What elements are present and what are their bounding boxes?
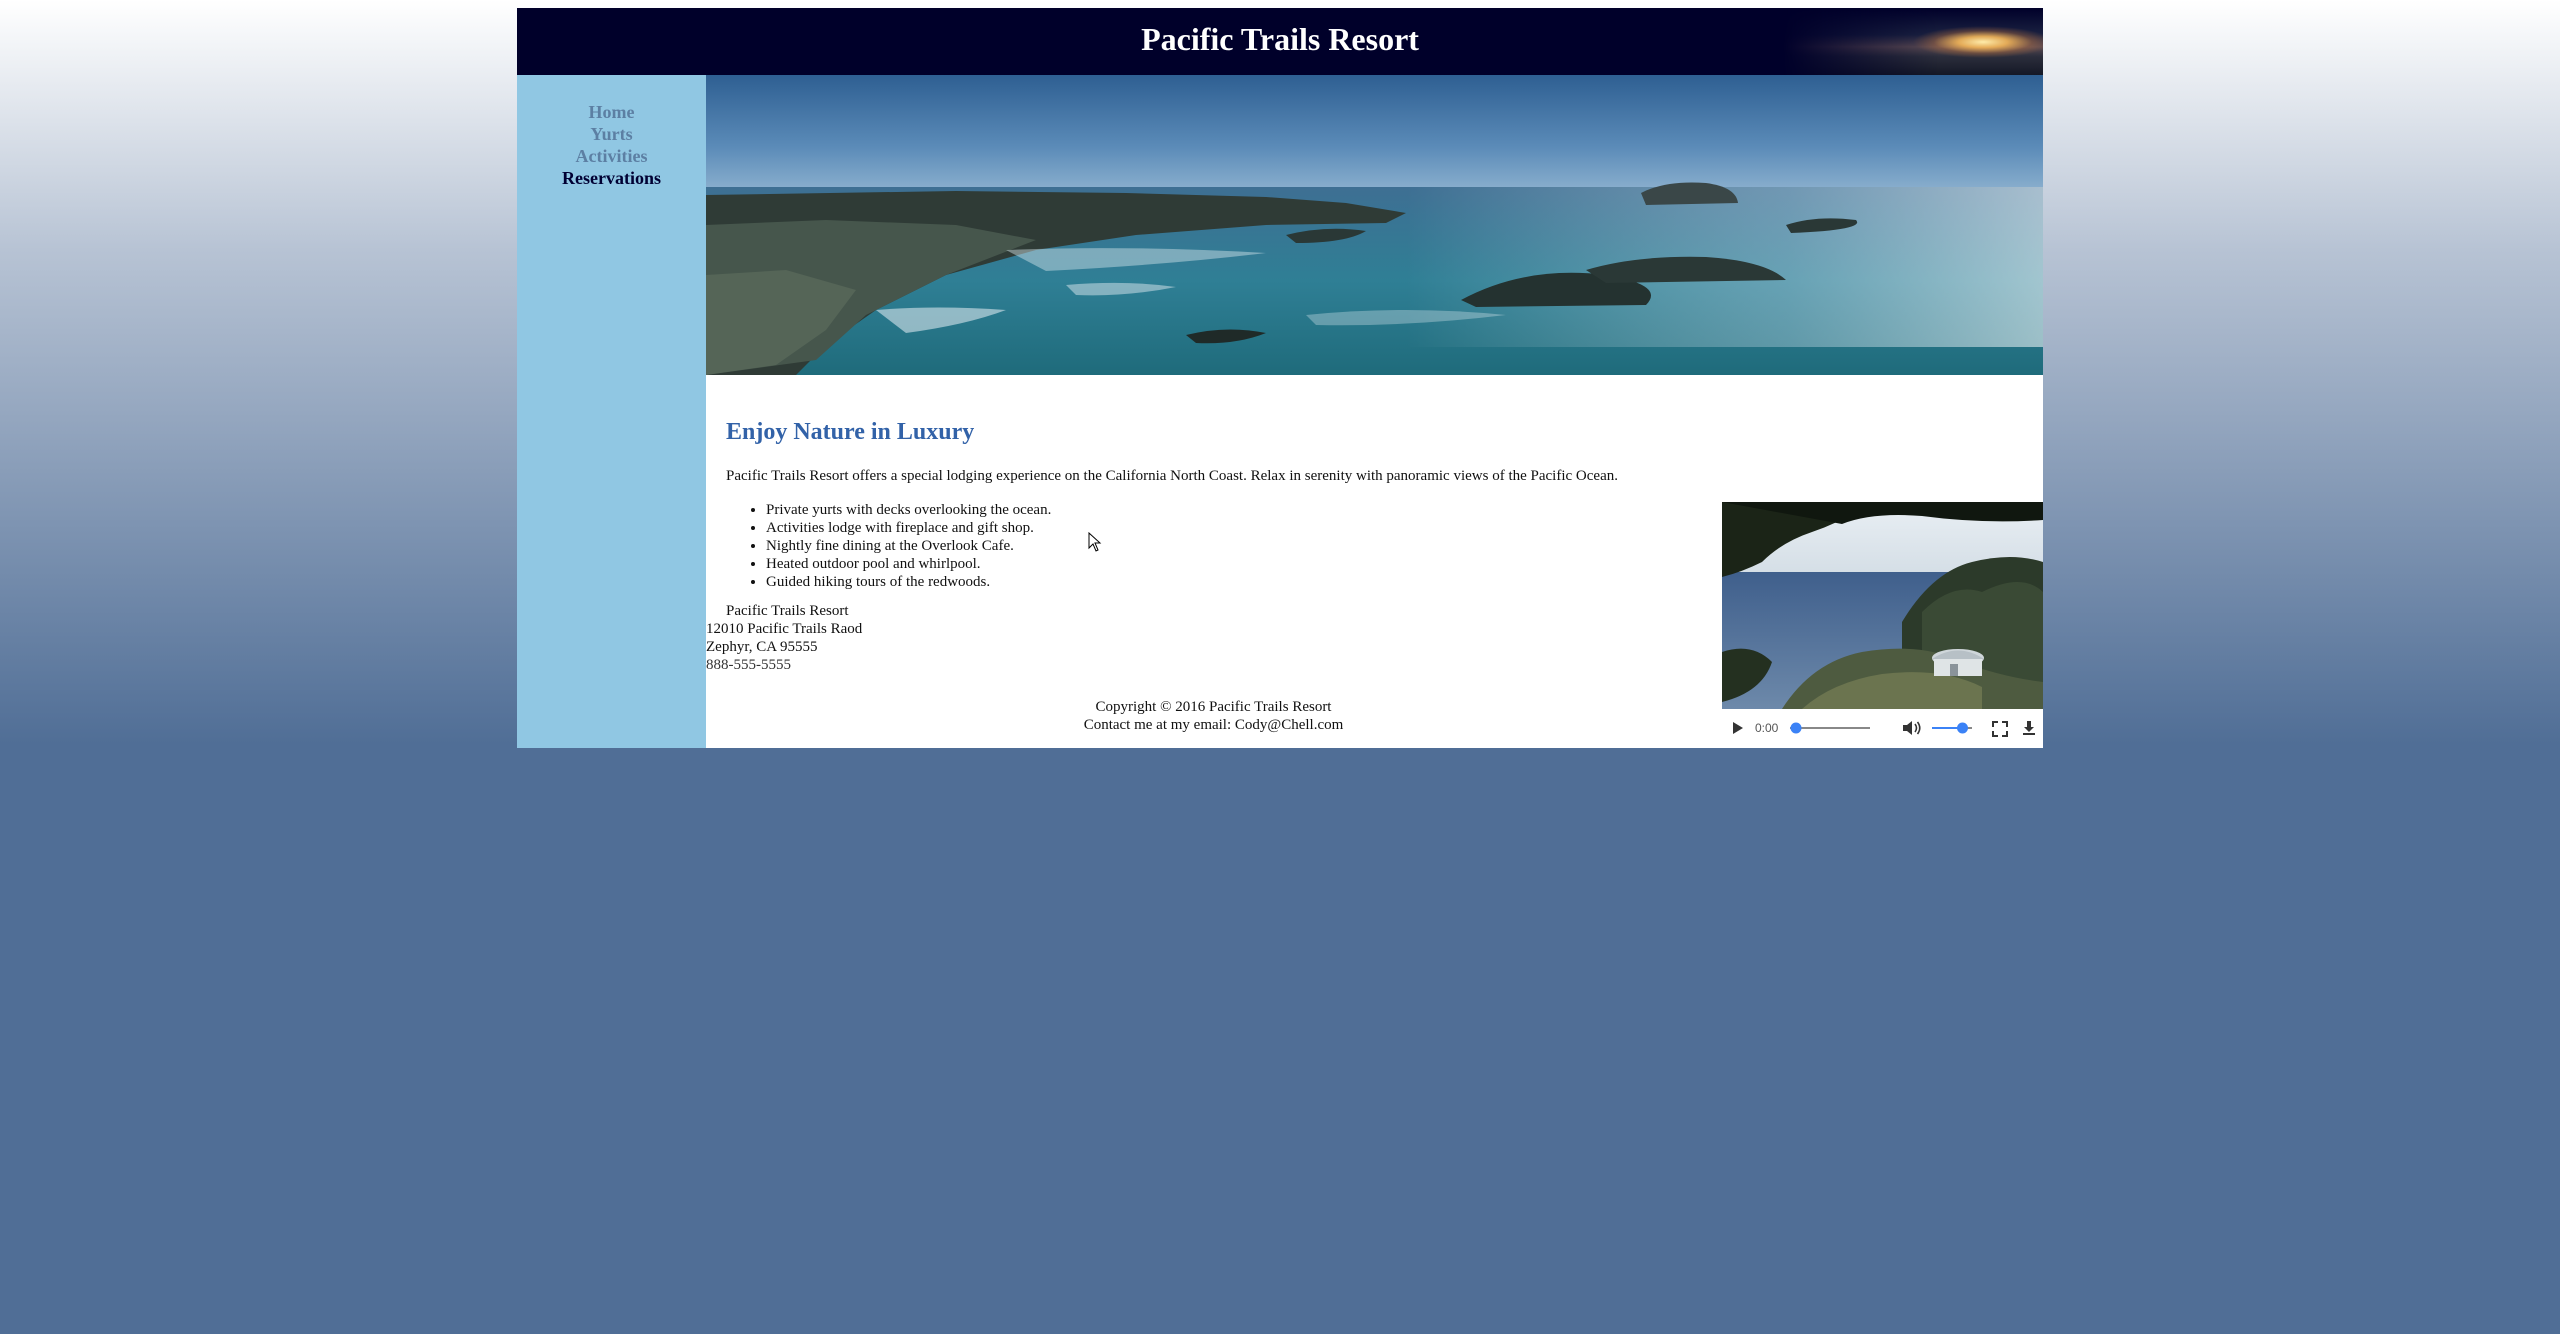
video-frame[interactable] bbox=[1722, 502, 2043, 709]
list-item: Activities lodge with fireplace and gift… bbox=[766, 519, 1051, 537]
site-title: Pacific Trails Resort bbox=[1141, 21, 1419, 57]
address-street: 12010 Pacific Trails Raod bbox=[706, 621, 863, 637]
volume-slider[interactable] bbox=[1932, 720, 1972, 741]
contact-address: Pacific Trails Resort 12010 Pacific Trai… bbox=[706, 602, 862, 674]
video-controls: 0:00 bbox=[1722, 709, 2043, 748]
list-item: Heated outdoor pool and whirlpool. bbox=[766, 555, 1051, 573]
video-poster-image bbox=[1722, 502, 2043, 709]
coastline-photo bbox=[706, 75, 2043, 375]
list-item: Nightly fine dining at the Overlook Cafe… bbox=[766, 537, 1051, 555]
nav-link-reservations[interactable]: Reservations bbox=[562, 168, 661, 188]
nav-link-activities[interactable]: Activities bbox=[576, 146, 648, 166]
nav-item-home[interactable]: Home bbox=[517, 101, 706, 123]
coastline-hero-image bbox=[706, 75, 2043, 375]
yurt-video-player[interactable]: 0:00 bbox=[1722, 502, 2043, 748]
list-item: Guided hiking tours of the redwoods. bbox=[766, 573, 1051, 591]
page-wrapper: Pacific Trails Resort Home Yurts Activit… bbox=[517, 8, 2043, 748]
nav-item-activities[interactable]: Activities bbox=[517, 145, 706, 167]
video-time: 0:00 bbox=[1755, 721, 1779, 735]
volume-icon[interactable] bbox=[1902, 720, 1922, 741]
copyright-text: Copyright © 2016 Pacific Trails Resort bbox=[1095, 699, 1332, 715]
main-nav: Home Yurts Activities Reservations bbox=[517, 75, 706, 748]
page-footer: Copyright © 2016 Pacific Trails Resort C… bbox=[706, 698, 1721, 734]
fullscreen-icon[interactable] bbox=[1992, 721, 2008, 742]
cursor-icon bbox=[1088, 531, 1102, 557]
address-city: Zephyr, CA 95555 bbox=[706, 639, 818, 655]
nav-link-home[interactable]: Home bbox=[589, 102, 635, 122]
main-content: Enjoy Nature in Luxury Pacific Trails Re… bbox=[706, 375, 2043, 748]
address-phone[interactable]: 888-555-5555 bbox=[706, 656, 862, 674]
site-header: Pacific Trails Resort bbox=[517, 8, 2043, 75]
list-item: Private yurts with decks overlooking the… bbox=[766, 501, 1051, 519]
video-seek-slider[interactable] bbox=[1790, 720, 1870, 741]
nav-link-yurts[interactable]: Yurts bbox=[590, 124, 632, 144]
contact-email-text[interactable]: Contact me at my email: Cody@Chell.com bbox=[706, 716, 1721, 734]
play-icon[interactable] bbox=[1732, 721, 1744, 740]
intro-paragraph: Pacific Trails Resort offers a special l… bbox=[726, 468, 1618, 484]
nav-item-reservations[interactable]: Reservations bbox=[517, 167, 706, 189]
section-heading: Enjoy Nature in Luxury bbox=[726, 419, 975, 445]
feature-list: Private yurts with decks overlooking the… bbox=[726, 501, 1051, 591]
address-name: Pacific Trails Resort bbox=[726, 603, 849, 619]
download-icon[interactable] bbox=[2022, 720, 2036, 741]
nav-item-yurts[interactable]: Yurts bbox=[517, 123, 706, 145]
